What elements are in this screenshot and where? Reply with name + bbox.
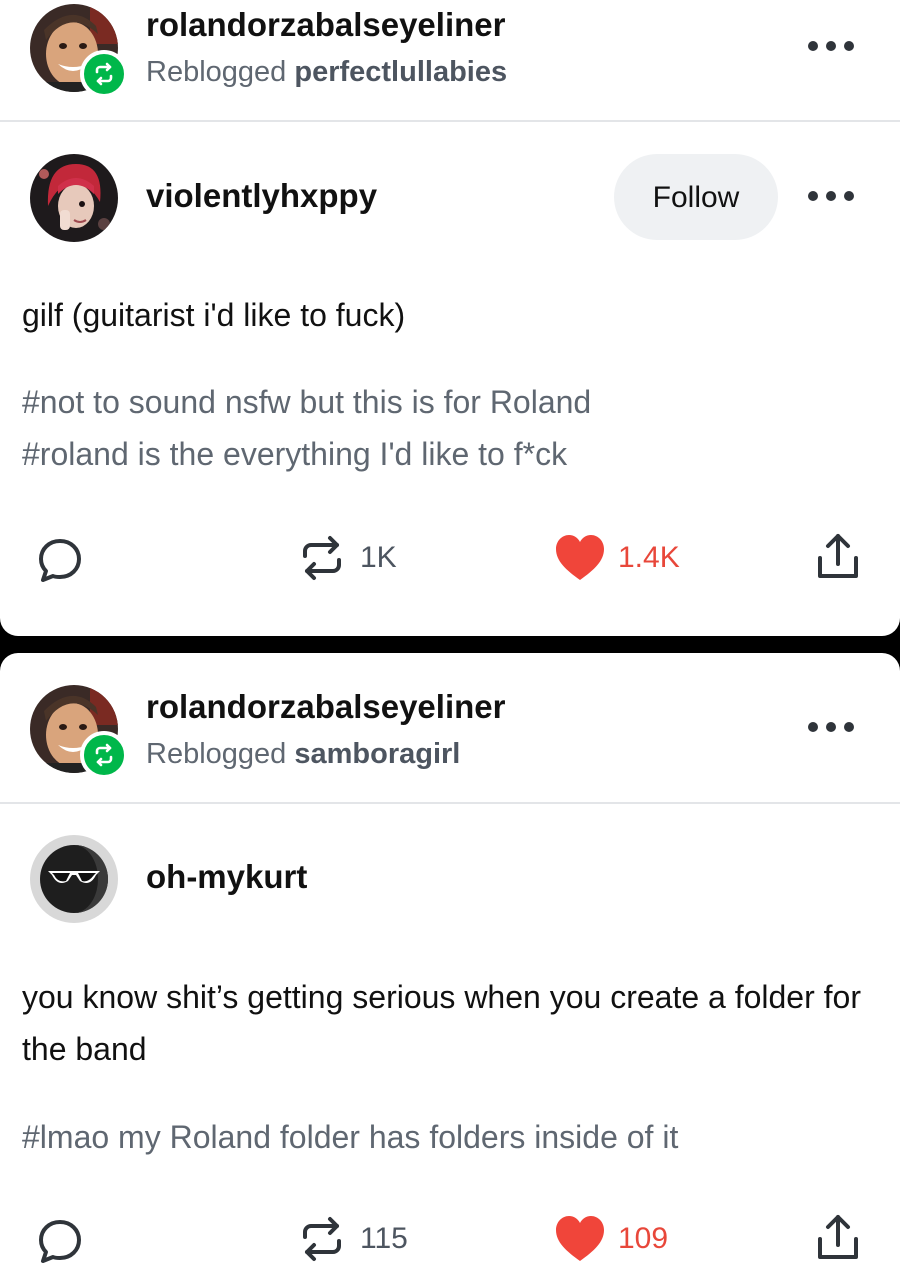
post-tag[interactable]: #not to sound nsfw but this is for Rolan… bbox=[22, 384, 591, 421]
reblog-count: 115 bbox=[360, 1222, 408, 1255]
post-actions: 1K 1.4K bbox=[0, 528, 900, 588]
more-icon[interactable] bbox=[808, 189, 854, 203]
share-icon[interactable] bbox=[814, 532, 862, 582]
reblogger-name[interactable]: rolandorzabalseyeliner bbox=[146, 688, 505, 726]
more-icon[interactable] bbox=[808, 720, 854, 734]
follow-button[interactable]: Follow bbox=[614, 154, 778, 240]
reblog-icon[interactable] bbox=[298, 534, 346, 582]
post-card-1: rolandorzabalseyeliner Reblogged perfect… bbox=[0, 0, 900, 636]
reblog-badge-icon bbox=[80, 50, 128, 98]
reblogged-from-user[interactable]: samboragirl bbox=[294, 738, 460, 770]
reblogger-name[interactable]: rolandorzabalseyeliner bbox=[146, 6, 505, 44]
comment-icon[interactable] bbox=[36, 536, 84, 584]
post-body: you know shit’s getting serious when you… bbox=[22, 979, 861, 1067]
divider bbox=[0, 120, 900, 122]
reblogged-from: Reblogged perfectlullabies bbox=[146, 56, 507, 89]
post-actions: 115 109 bbox=[0, 1211, 900, 1268]
reblog-icon[interactable] bbox=[298, 1215, 346, 1263]
like-count: 1.4K bbox=[618, 541, 680, 574]
post-tag[interactable]: #roland is the everything I'd like to f*… bbox=[22, 436, 567, 473]
reblogged-prefix: Reblogged bbox=[146, 56, 287, 88]
reblogged-from-user[interactable]: perfectlullabies bbox=[294, 56, 507, 88]
post-card-2: rolandorzabalseyeliner Reblogged sambora… bbox=[0, 653, 900, 1268]
divider bbox=[0, 802, 900, 804]
author-name[interactable]: violentlyhxppy bbox=[146, 177, 377, 215]
like-count: 109 bbox=[618, 1222, 669, 1255]
author-avatar[interactable] bbox=[30, 154, 118, 242]
reblogged-from: Reblogged samboragirl bbox=[146, 738, 460, 771]
post-tag[interactable]: #lmao my Roland folder has folders insid… bbox=[22, 1119, 678, 1156]
reblog-badge-icon bbox=[80, 731, 128, 779]
reblog-count: 1K bbox=[360, 541, 397, 574]
heart-icon[interactable] bbox=[554, 1215, 606, 1263]
share-icon[interactable] bbox=[814, 1213, 862, 1263]
post-body: gilf (guitarist i'd like to fuck) bbox=[22, 297, 406, 333]
more-icon[interactable] bbox=[808, 39, 854, 53]
reblogged-prefix: Reblogged bbox=[146, 738, 287, 770]
author-name[interactable]: oh-mykurt bbox=[146, 858, 307, 896]
author-avatar[interactable] bbox=[30, 835, 118, 923]
heart-icon[interactable] bbox=[554, 534, 606, 582]
comment-icon[interactable] bbox=[36, 1217, 84, 1265]
